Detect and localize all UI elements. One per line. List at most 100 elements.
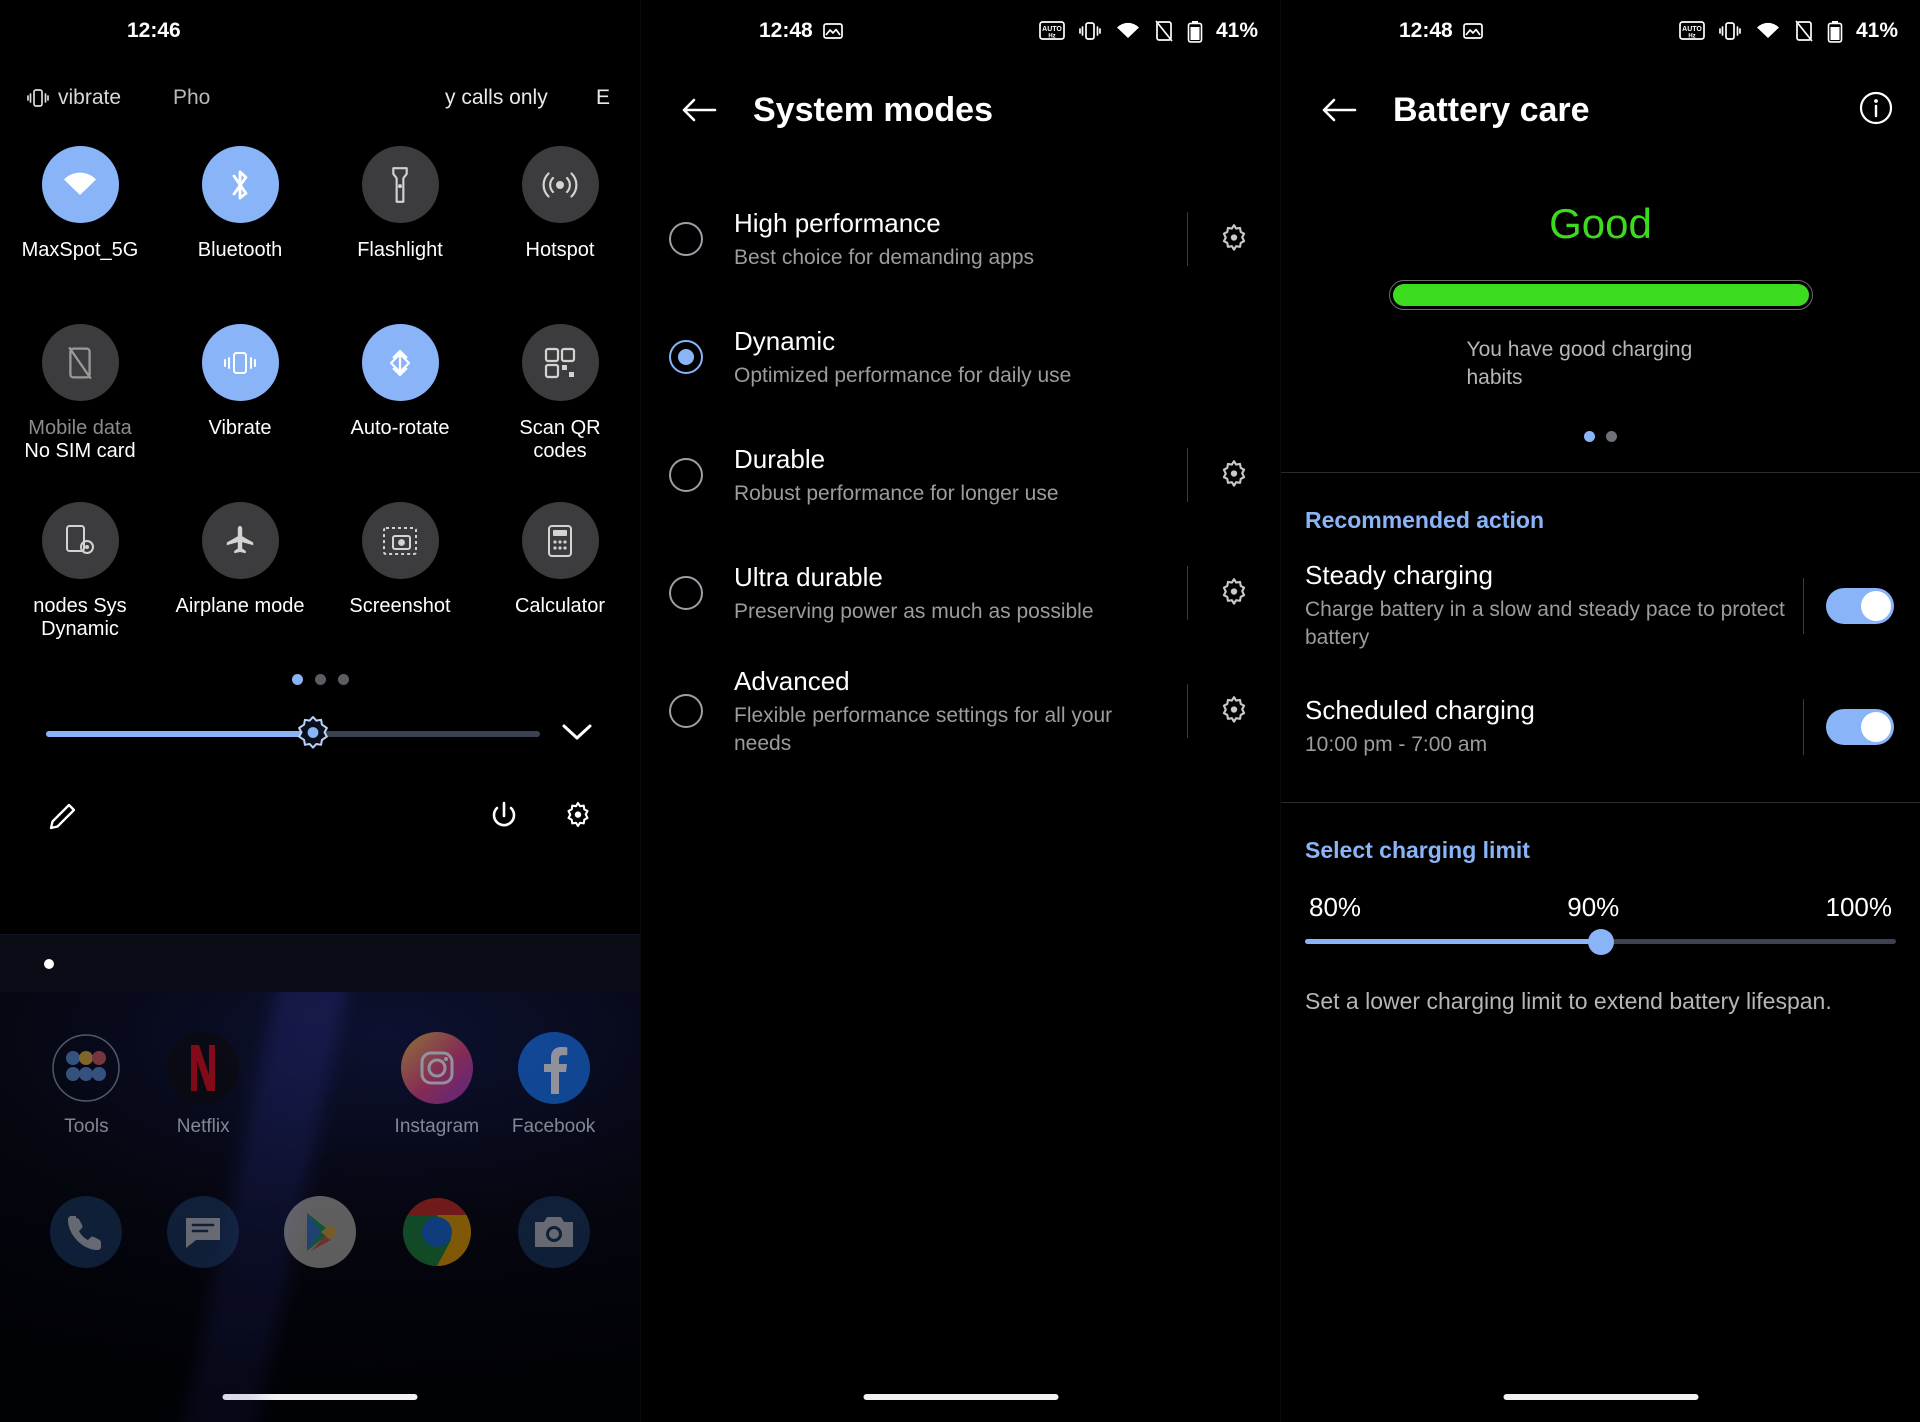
battery-page-dot-1[interactable] (1584, 431, 1595, 443)
tile-system-modes-label: nodes Sys (33, 595, 127, 617)
dock-app-chrome[interactable]: Chrome (378, 1196, 495, 1302)
page-dot-3[interactable] (337, 674, 349, 685)
toggle-steady-charging[interactable] (1826, 587, 1894, 624)
status-bar-battery-percent: 41% (1215, 19, 1258, 42)
tile-bluetooth-label: Bluetooth (197, 239, 283, 261)
radio-dynamic[interactable] (669, 340, 703, 374)
chip-vibrate[interactable]: vibrate (26, 86, 121, 110)
dock-app-camera[interactable]: Camera (495, 1196, 612, 1302)
back-arrow-icon[interactable] (1311, 82, 1367, 138)
tile-vibrate-label: Vibrate (208, 417, 272, 439)
radio-high-performance[interactable] (669, 222, 703, 256)
charging-limit-control: 80% 90% 100% Set a lower charging limit … (1281, 892, 1920, 1017)
home-app-netflix-label: Netflix (176, 1116, 230, 1137)
mode-row-advanced[interactable]: Advanced Flexible performance settings f… (641, 652, 1280, 770)
status-bar-time: 12:46 (127, 19, 181, 42)
brightness-slider-row (0, 716, 640, 749)
facebook-icon (517, 1032, 590, 1104)
setting-row-scheduled-charging[interactable]: Scheduled charging 10:00 pm - 7:00 am (1281, 651, 1920, 758)
mode-title: Advanced (734, 665, 850, 696)
dock-app-phone[interactable]: Phone (28, 1196, 145, 1302)
tile-airplane-mode[interactable]: Airplane mode (160, 490, 320, 668)
home-app-facebook[interactable]: Facebook (495, 1032, 612, 1138)
calculator-icon (521, 502, 599, 579)
tile-auto-rotate-label: Auto-rotate (350, 417, 450, 439)
tile-system-modes[interactable]: nodes Sys Dynamic (0, 490, 160, 668)
dock-app-messages[interactable]: Messages (145, 1196, 262, 1302)
page-dot-1[interactable] (291, 674, 303, 685)
gear-icon-ultra-durable[interactable] (1188, 576, 1280, 610)
quick-settings-footer (0, 799, 640, 838)
brightness-slider[interactable] (46, 716, 540, 749)
radio-ultra-durable[interactable] (669, 576, 703, 610)
mode-row-dynamic[interactable]: Dynamic Optimized performance for daily … (641, 298, 1280, 416)
status-bar-battery-care: 12:48 AUTO Hz 41% (1281, 0, 1920, 62)
charging-limit-slider-knob[interactable] (1587, 928, 1614, 955)
chip-phone-label[interactable]: Pho (173, 86, 210, 110)
back-arrow-icon[interactable] (671, 82, 727, 138)
gear-icon-durable[interactable] (1188, 458, 1280, 492)
navigation-bar-handle[interactable] (222, 1394, 418, 1400)
tile-screenshot[interactable]: Screenshot (320, 490, 480, 668)
brightness-slider-fill (46, 731, 313, 737)
home-app-tools-label: Tools (64, 1116, 109, 1137)
charging-limit-slider[interactable] (1305, 928, 1896, 955)
navigation-bar-handle[interactable] (1503, 1394, 1698, 1400)
netflix-icon (167, 1032, 240, 1104)
radio-advanced[interactable] (669, 694, 703, 728)
tile-mobile-data[interactable]: Mobile data No SIM card (0, 312, 160, 490)
tile-vibrate[interactable]: Vibrate (160, 312, 320, 490)
tile-flashlight-label: Flashlight (357, 239, 443, 261)
wifi-icon (1115, 21, 1141, 41)
home-app-tools[interactable]: Tools (28, 1032, 145, 1138)
tile-scan-qr-codes[interactable]: Scan QR codes (480, 312, 640, 490)
phone-icon (50, 1196, 123, 1268)
setting-desc: 10:00 pm - 7:00 am (1305, 733, 1488, 757)
wifi-icon (1755, 21, 1781, 41)
play-store-icon (283, 1196, 356, 1268)
image-icon (822, 21, 844, 41)
dock-app-play-store[interactable]: Play Store (262, 1196, 379, 1302)
battery-page-dot-2[interactable] (1606, 431, 1617, 443)
chevron-down-icon[interactable] (560, 719, 594, 749)
page-dot-2[interactable] (314, 674, 326, 685)
mode-title: Durable (734, 443, 826, 474)
power-icon[interactable] (488, 800, 520, 837)
home-app-netflix[interactable]: Netflix (145, 1032, 262, 1138)
auto-rotate-icon (361, 324, 439, 401)
pencil-icon[interactable] (46, 799, 80, 838)
info-icon[interactable] (1858, 90, 1894, 131)
gear-icon-high-performance[interactable] (1188, 222, 1280, 256)
tile-flashlight[interactable]: Flashlight (320, 134, 480, 312)
toggle-scheduled-charging[interactable] (1826, 708, 1894, 745)
radio-durable[interactable] (669, 458, 703, 492)
home-app-instagram[interactable]: Instagram (378, 1032, 495, 1138)
battery-health-message: You have good charging habits (1466, 338, 1693, 389)
tile-auto-rotate[interactable]: Auto-rotate (320, 312, 480, 490)
navigation-bar-handle[interactable] (863, 1394, 1058, 1400)
mode-row-high-performance[interactable]: High performance Best choice for demandi… (641, 180, 1280, 298)
svg-text:AUTO: AUTO (1042, 26, 1062, 33)
mode-title: Ultra durable (734, 561, 883, 592)
gear-icon[interactable] (562, 800, 594, 837)
setting-row-steady-charging[interactable]: Steady charging Charge battery in a slow… (1281, 534, 1920, 651)
brightness-icon[interactable] (293, 714, 333, 754)
chip-calls-only-label[interactable]: y calls only (445, 86, 548, 110)
tile-hotspot[interactable]: Hotspot (480, 134, 640, 312)
app-bar-system-modes: System modes (641, 62, 1280, 158)
tile-scan-qr-label: Scan QR codes (519, 417, 601, 463)
tile-screenshot-label: Screenshot (349, 595, 451, 617)
gear-icon-advanced[interactable] (1188, 694, 1280, 728)
screenshot-icon (361, 502, 439, 579)
mode-row-durable[interactable]: Durable Robust performance for longer us… (641, 416, 1280, 534)
tile-wifi[interactable]: MaxSpot_5G (0, 134, 160, 312)
tile-calculator[interactable]: Calculator (480, 490, 640, 668)
screen-system-modes: 12:48 AUTO Hz 41% System modes High perf… (640, 0, 1280, 1422)
chip-e-label[interactable]: E (596, 86, 610, 110)
mode-row-ultra-durable[interactable]: Ultra durable Preserving power as much a… (641, 534, 1280, 652)
home-app-empty (262, 1032, 379, 1138)
setting-title: Scheduled charging (1305, 695, 1535, 726)
quick-settings-page-dots (0, 674, 640, 685)
quick-settings-drag-handle[interactable] (0, 934, 640, 992)
tile-bluetooth[interactable]: Bluetooth (160, 134, 320, 312)
